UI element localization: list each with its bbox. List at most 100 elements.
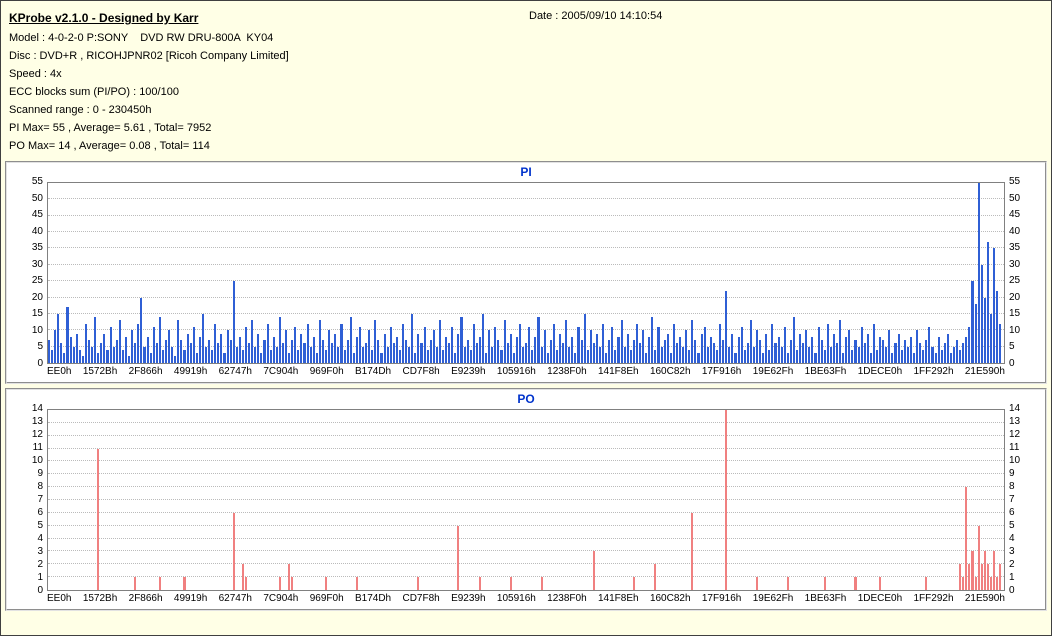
pi-x-axis-label: EE0h <box>47 366 72 377</box>
pi-y-axis-label: 25 <box>31 275 43 287</box>
po-x-axis-label: E9239h <box>451 593 486 604</box>
pi-bar <box>872 323 876 363</box>
po-x-axis-label: EE0h <box>47 593 72 604</box>
pi-bar <box>617 336 620 363</box>
pi-bar <box>706 346 709 363</box>
po-y-axis-label: 12 <box>1009 429 1021 440</box>
pi-bar <box>131 330 134 363</box>
po-bar <box>241 564 244 590</box>
pi-bar <box>820 340 823 363</box>
po-y-axis-label: 2 <box>1009 559 1015 570</box>
pi-chart-panel: PI 0 5 10 15 20 25 30 35 40 45 50 55 0 5 10 15 20 25 30 35… <box>5 161 1047 384</box>
pi-bar <box>968 327 971 363</box>
pi-bar <box>565 320 568 363</box>
pi-bar <box>629 349 632 363</box>
pi-bar <box>183 349 186 363</box>
pi-bar <box>383 333 386 363</box>
pi-y-axis-label: 5 <box>37 341 43 353</box>
pi-y-axis-left: 0 5 10 15 20 25 30 35 40 45 50 55 <box>13 177 47 369</box>
info-speed: Speed : 4x <box>9 68 62 80</box>
po-chart-body: 0 1 2 3 4 5 6 7 8 9 10 11 12 13 14 0 1 2 3 4 5 6 7 8 9 10 11 12 13 1… <box>13 404 1039 596</box>
pi-bar <box>143 346 146 363</box>
pi-bar <box>675 343 679 363</box>
pi-y-axis-label: 55 <box>1009 176 1021 187</box>
pi-bar <box>54 330 57 363</box>
pi-bar <box>648 336 651 363</box>
pi-x-axis-label: 141F8Eh <box>598 366 639 377</box>
pi-y-axis-label: 35 <box>31 242 43 254</box>
pi-x-axis-label: 17F916h <box>701 366 742 377</box>
pi-bar <box>931 346 934 363</box>
pi-bar <box>919 343 922 363</box>
pi-bar <box>946 333 949 363</box>
po-bar <box>134 577 137 590</box>
pi-bar <box>235 346 238 363</box>
pi-bar <box>974 304 977 363</box>
info-model: Model : 4-0-2-0 P:SONY DVD RW DRU-800A K… <box>9 32 274 44</box>
po-y-axis-label: 7 <box>1009 494 1015 505</box>
po-bar <box>158 577 161 590</box>
pi-bar <box>506 343 509 363</box>
pi-bar <box>558 333 562 363</box>
pi-bar <box>325 349 328 363</box>
pi-bar <box>204 346 208 363</box>
pi-bar <box>355 336 358 363</box>
pi-bar <box>894 343 897 363</box>
pi-bar <box>626 333 629 363</box>
pi-bar <box>251 320 254 363</box>
pi-bar <box>226 330 229 363</box>
pi-bar <box>352 353 355 363</box>
pi-bar <box>285 330 288 363</box>
pi-bar <box>140 297 143 363</box>
pi-bar <box>263 340 266 363</box>
pi-bar <box>700 333 703 363</box>
pi-bar <box>836 343 839 363</box>
pi-bar <box>405 340 408 363</box>
pi-bar <box>303 343 306 363</box>
po-y-axis-label: 3 <box>37 546 43 557</box>
pi-bar <box>808 346 811 363</box>
pi-x-axis: EE0h 1572Bh 2F866h 49919h 62747h 7C904h 969F0h… <box>47 366 1005 378</box>
pi-bar <box>509 333 512 363</box>
po-bar <box>996 577 999 590</box>
pi-bar <box>374 320 377 363</box>
pi-bar <box>543 330 546 363</box>
pi-bar <box>460 317 463 363</box>
po-bar <box>725 410 728 590</box>
pi-bar <box>300 333 303 363</box>
po-y-axis-label: 0 <box>1009 585 1015 596</box>
pi-bar <box>829 346 832 363</box>
po-chart-panel: PO 0 1 2 3 4 5 6 7 8 9 10 11 12 13 14 0 1 2 3 4 5 6 7 8 9 10 11 12… <box>5 388 1047 611</box>
po-bar <box>291 577 294 590</box>
pi-bar <box>534 336 537 363</box>
pi-bar <box>229 340 232 363</box>
pi-bar <box>294 327 297 363</box>
pi-bar <box>568 346 571 363</box>
po-bar <box>478 577 482 590</box>
po-x-axis-label: 21E590h <box>964 593 1005 604</box>
pi-bar <box>128 356 131 363</box>
pi-bar <box>306 323 309 363</box>
po-bar <box>879 577 882 590</box>
pi-bar <box>112 346 115 363</box>
po-y-axis-label: 11 <box>1009 442 1020 453</box>
po-bar <box>183 577 186 590</box>
pi-bar <box>839 320 842 363</box>
pi-bar <box>937 336 940 363</box>
pi-bar <box>414 353 417 363</box>
pi-bar <box>174 356 177 363</box>
po-bar <box>977 525 980 590</box>
pi-chart-title: PI <box>520 165 532 179</box>
pi-bar <box>245 327 248 363</box>
pi-bar <box>814 353 817 363</box>
pi-bar <box>811 336 814 363</box>
pi-bar <box>158 317 161 363</box>
pi-bar <box>401 323 405 363</box>
pi-bar <box>583 313 586 363</box>
pi-bar <box>552 323 555 363</box>
pi-bar <box>392 343 395 363</box>
pi-bar <box>371 349 374 363</box>
pi-x-axis-label: B174Dh <box>354 366 392 377</box>
pi-x-axis-label: 62747h <box>218 366 252 377</box>
pi-bar <box>469 349 472 363</box>
